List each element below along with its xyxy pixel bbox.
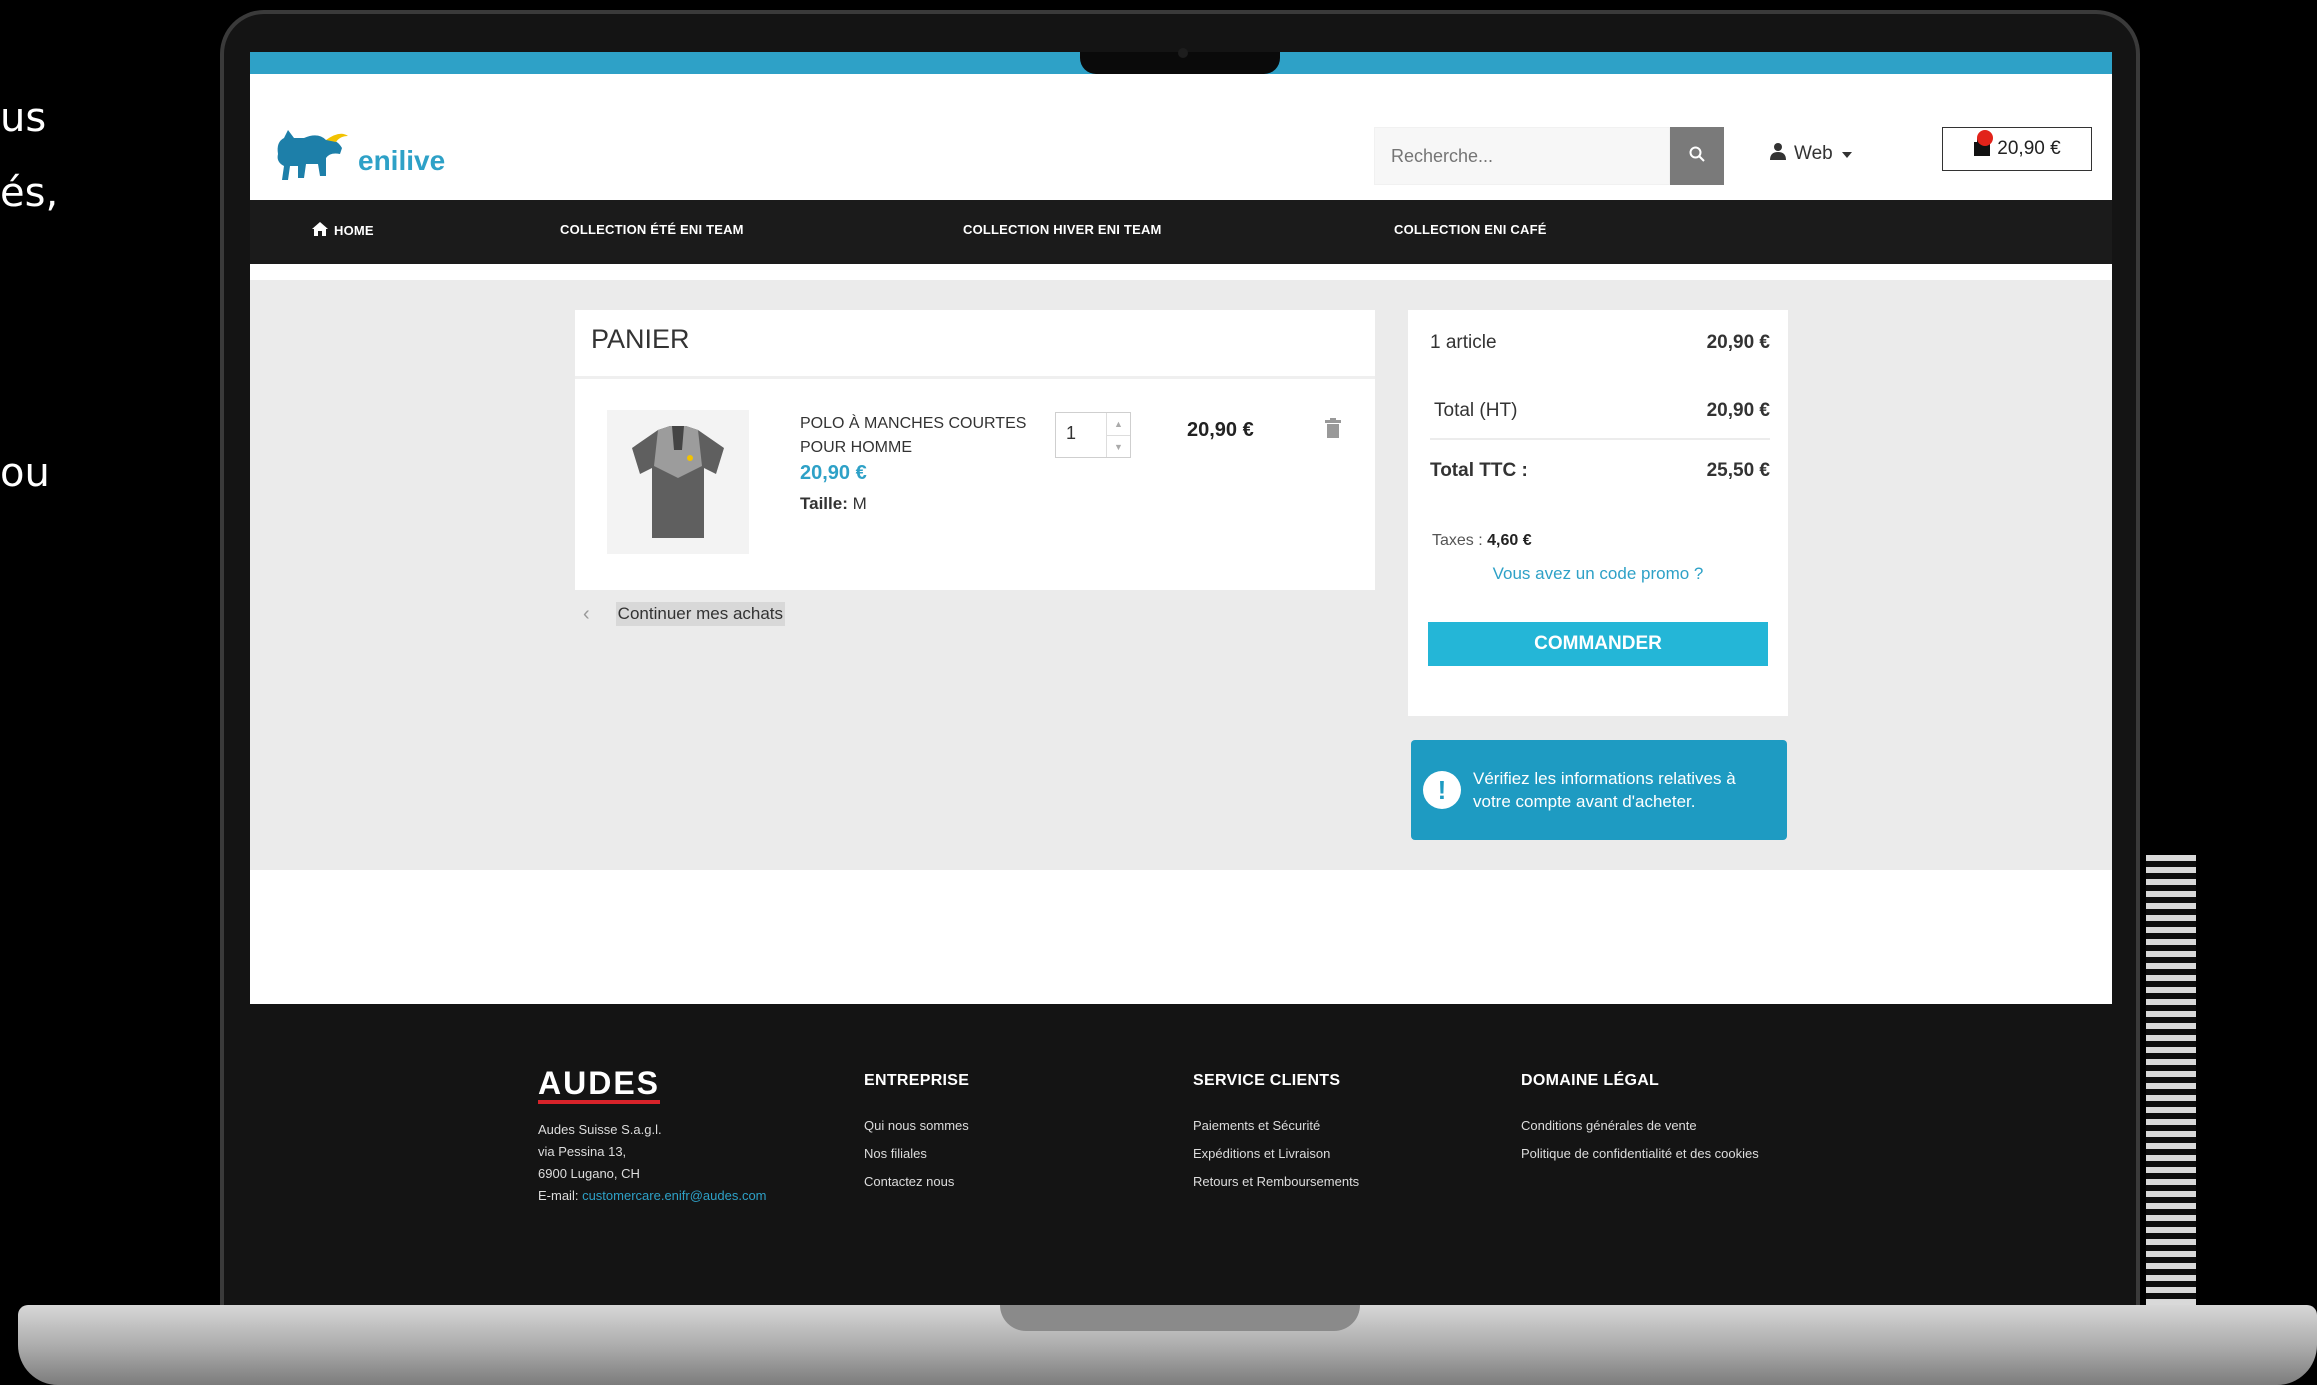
- footer-col-entreprise: ENTREPRISE Qui nous sommes Nos filiales …: [864, 1072, 969, 1202]
- account-alert: ! Vérifiez les informations relatives à …: [1411, 740, 1787, 840]
- continue-shopping-link[interactable]: ‹ Continuer mes achats: [575, 602, 786, 626]
- summary-taxes-value: 4,60 €: [1487, 532, 1532, 549]
- summary-taxes-label: Taxes :: [1432, 532, 1483, 549]
- company-email-row: E-mail: customercare.enifr@audes.com: [538, 1185, 767, 1207]
- product-unit-price: 20,90 €: [800, 462, 867, 484]
- search-input[interactable]: [1374, 127, 1670, 185]
- stage: us és, ou enilive Recherche... Web 20,90…: [0, 0, 2317, 1385]
- footer-col-title: SERVICE CLIENTS: [1193, 1072, 1341, 1089]
- footer-link[interactable]: Expéditions et Livraison: [1193, 1146, 1359, 1161]
- summary-articles-row: 1 article 20,90 €: [1430, 332, 1770, 354]
- laptop-screen: enilive Web: [250, 52, 2112, 1282]
- main-nav: HOME COLLECTION ÉTÉ ENI TEAM COLLECTION …: [250, 200, 2112, 264]
- search-button[interactable]: [1670, 127, 1724, 185]
- search-bar: [1374, 127, 1724, 185]
- cart-page-content: PANIER POLO À MANCHES COURTES POUR HOMME…: [250, 280, 2112, 870]
- footer-link[interactable]: Politique de confidentialité et des cook…: [1521, 1146, 1759, 1161]
- summary-articles-value: 20,90 €: [1706, 332, 1770, 353]
- account-label: Web: [1794, 143, 1833, 164]
- footer-col-title: ENTREPRISE: [864, 1072, 970, 1089]
- company-line: 6900 Lugano, CH: [538, 1166, 640, 1181]
- company-line: Audes Suisse S.a.g.l.: [538, 1122, 662, 1137]
- site-logo[interactable]: enilive: [270, 124, 445, 197]
- cart-count-badge: [1977, 130, 1993, 146]
- product-image[interactable]: [607, 410, 749, 554]
- header-cart-total: 20,90 €: [1997, 138, 2061, 159]
- decorative-pattern: [2146, 855, 2196, 1305]
- company-line: via Pessina 13,: [538, 1144, 627, 1159]
- nav-home-label: HOME: [334, 223, 374, 238]
- footer-link[interactable]: Nos filiales: [864, 1146, 969, 1161]
- continue-shopping-label: Continuer mes achats: [615, 602, 786, 626]
- footer-col-service: SERVICE CLIENTS Paiements et Sécurité Ex…: [1193, 1072, 1359, 1202]
- order-button[interactable]: COMMANDER: [1428, 622, 1768, 666]
- footer-col-title: DOMAINE LÉGAL: [1521, 1072, 1660, 1089]
- quantity-down-icon[interactable]: ▼: [1107, 435, 1130, 458]
- footer-link[interactable]: Qui nous sommes: [864, 1118, 969, 1133]
- dog-logo-icon: [270, 124, 350, 197]
- site-header: enilive Web: [250, 74, 2112, 200]
- quantity-arrows: ▲ ▼: [1106, 413, 1130, 457]
- site-footer: AUDES Audes Suisse S.a.g.l. via Pessina …: [250, 1004, 2112, 1282]
- caret-down-icon: [1841, 143, 1853, 165]
- trash-icon[interactable]: [1325, 418, 1341, 443]
- quantity-input[interactable]: 1: [1056, 413, 1106, 457]
- line-total: 20,90 €: [1187, 419, 1254, 441]
- summary-total-ttc-row: Total TTC : 25,50 €: [1430, 460, 1770, 482]
- product-size-label: Taille:: [800, 494, 848, 513]
- search-icon: [1688, 145, 1706, 168]
- nav-home[interactable]: HOME: [312, 222, 374, 239]
- polo-shirt-icon: [632, 426, 724, 538]
- footer-link[interactable]: Paiements et Sécurité: [1193, 1118, 1359, 1133]
- order-summary: 1 article 20,90 € Total (HT) 20,90 € Tot…: [1408, 310, 1788, 716]
- summary-total-ttc-value: 25,50 €: [1706, 460, 1770, 481]
- product-size: Taille: M: [800, 494, 867, 514]
- nav-collection-cafe[interactable]: COLLECTION ENI CAFÉ: [1394, 222, 1547, 237]
- content-spacer: [250, 870, 2112, 1004]
- laptop-base-notch: [1000, 1305, 1360, 1331]
- footer-link[interactable]: Retours et Remboursements: [1193, 1174, 1359, 1189]
- alert-message: Vérifiez les informations relatives à vo…: [1473, 769, 1736, 811]
- summary-total-ht-value: 20,90 €: [1706, 400, 1770, 421]
- company-address: Audes Suisse S.a.g.l. via Pessina 13, 69…: [538, 1119, 767, 1207]
- cart-divider: [575, 376, 1375, 379]
- side-text-line-1: us: [0, 95, 47, 141]
- product-name[interactable]: POLO À MANCHES COURTES POUR HOMME: [800, 412, 1030, 460]
- logo-text: enilive: [358, 144, 446, 176]
- cart-panel: PANIER POLO À MANCHES COURTES POUR HOMME…: [575, 310, 1375, 590]
- email-link[interactable]: customercare.enifr@audes.com: [582, 1188, 766, 1203]
- audes-logo[interactable]: AUDES: [538, 1067, 661, 1104]
- summary-total-ttc-label: Total TTC :: [1430, 460, 1528, 481]
- footer-col-legal: DOMAINE LÉGAL Conditions générales de ve…: [1521, 1072, 1759, 1174]
- home-icon: [312, 222, 328, 239]
- exclamation-icon: !: [1423, 771, 1461, 809]
- summary-total-ht-label: Total (HT): [1434, 400, 1518, 421]
- summary-total-ht-row: Total (HT) 20,90 €: [1430, 400, 1770, 422]
- nav-collection-hiver[interactable]: COLLECTION HIVER ENI TEAM: [963, 222, 1162, 237]
- account-menu[interactable]: Web: [1770, 142, 1853, 166]
- cart-title: PANIER: [591, 324, 690, 354]
- summary-divider: [1430, 438, 1770, 440]
- promo-code-link[interactable]: Vous avez un code promo ?: [1408, 564, 1788, 584]
- user-icon: [1770, 142, 1786, 166]
- chevron-left-icon: ‹: [583, 602, 590, 625]
- summary-articles-label: 1 article: [1430, 332, 1497, 353]
- camera-icon: [1178, 48, 1188, 58]
- product-size-value: M: [852, 494, 867, 513]
- summary-taxes: Taxes : 4,60 €: [1432, 532, 1532, 550]
- nav-collection-ete[interactable]: COLLECTION ÉTÉ ENI TEAM: [560, 222, 744, 237]
- footer-link[interactable]: Conditions générales de vente: [1521, 1118, 1759, 1133]
- footer-link[interactable]: Contactez nous: [864, 1174, 969, 1189]
- quantity-up-icon[interactable]: ▲: [1107, 413, 1130, 435]
- header-cart-button[interactable]: 20,90 €: [1942, 127, 2092, 171]
- side-text-line-2: és,: [0, 170, 59, 216]
- email-label: E-mail:: [538, 1188, 579, 1203]
- side-text-line-3: ou: [0, 450, 50, 496]
- quantity-stepper[interactable]: 1 ▲ ▼: [1055, 412, 1131, 458]
